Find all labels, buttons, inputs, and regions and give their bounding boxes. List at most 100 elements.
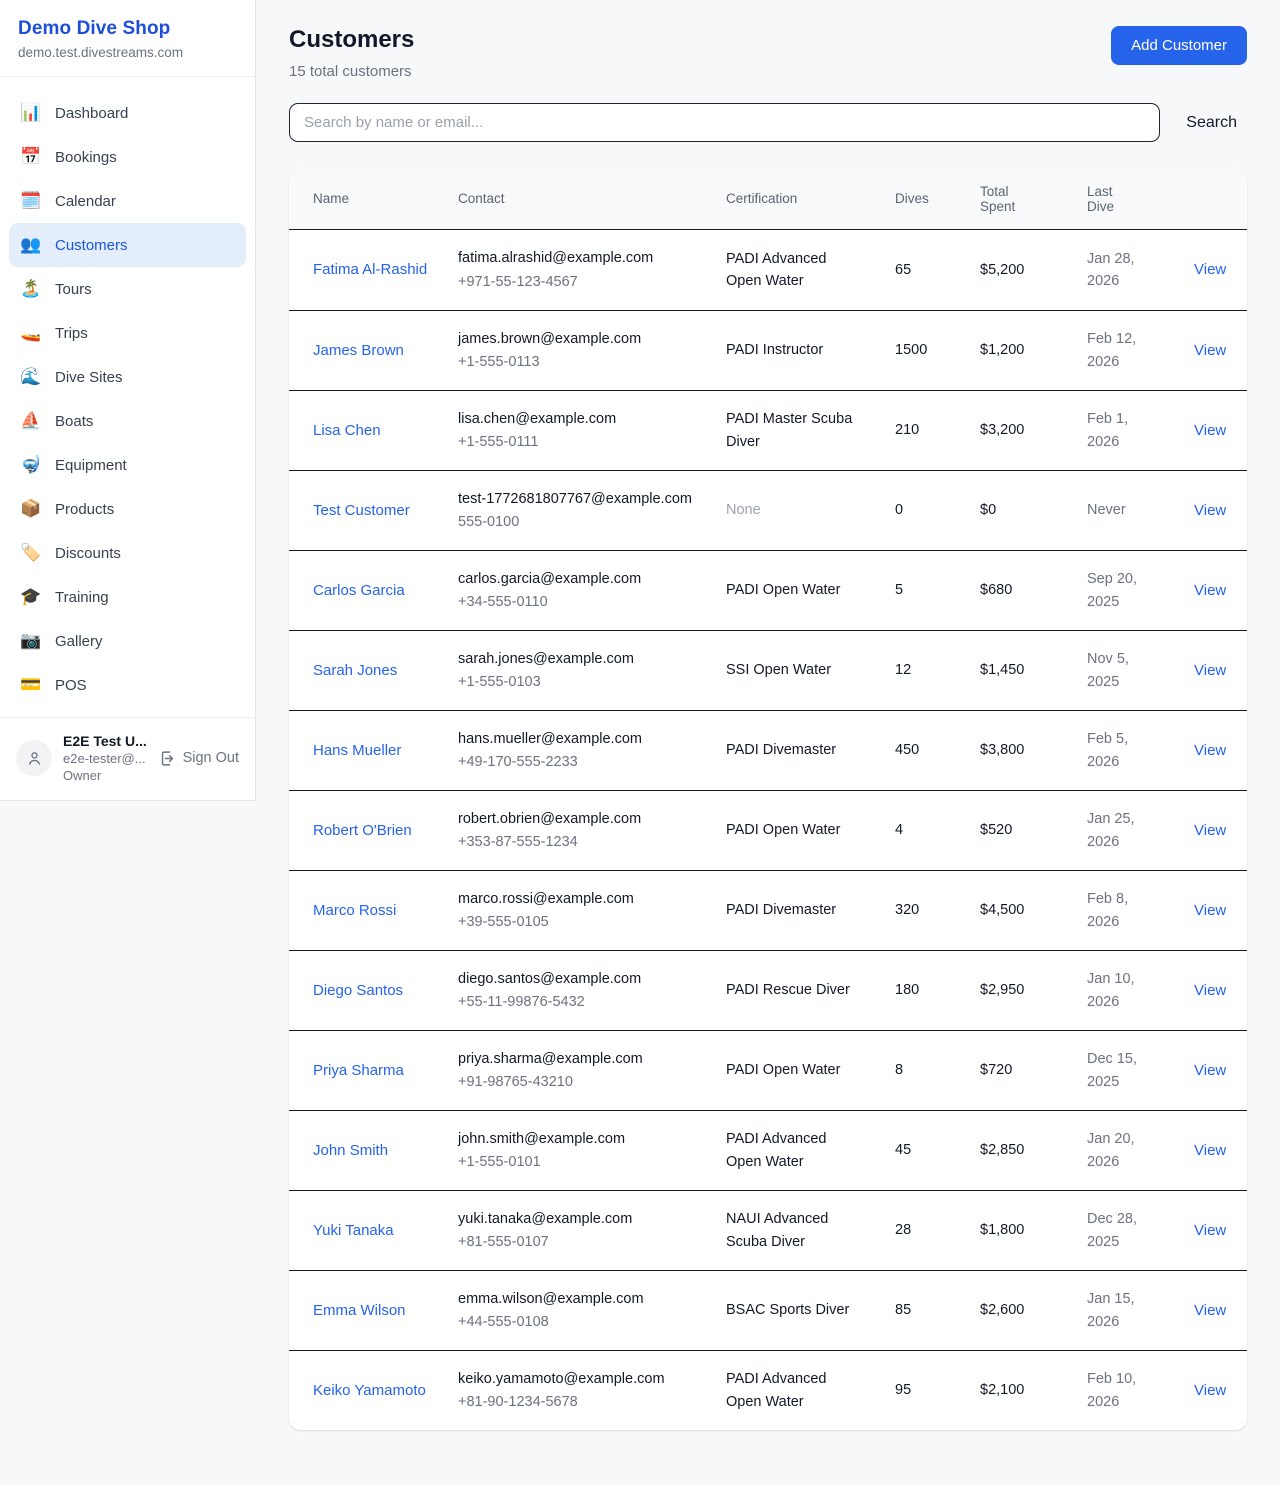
dives-count: 65 xyxy=(895,259,980,281)
customer-name-link[interactable]: Yuki Tanaka xyxy=(313,1219,394,1242)
user-meta: E2E Test U... e2e-tester@... Owner xyxy=(63,733,148,783)
search-row: Search xyxy=(289,103,1247,142)
total-spent: $520 xyxy=(980,819,1087,841)
column-header-certification: Certification xyxy=(726,191,895,206)
table-row: James Brown james.brown@example.com +1-5… xyxy=(289,310,1247,390)
customer-email: keiko.yamamoto@example.com xyxy=(458,1368,708,1390)
view-link[interactable]: View xyxy=(1194,1222,1226,1239)
total-spent: $0 xyxy=(980,499,1087,521)
last-dive-date: Feb 5, 2026 xyxy=(1087,728,1194,773)
search-button[interactable]: Search xyxy=(1160,114,1247,132)
sidebar-item-products[interactable]: 📦 Products xyxy=(9,487,246,531)
view-link[interactable]: View xyxy=(1194,742,1226,759)
view-link[interactable]: View xyxy=(1194,1302,1226,1319)
sidebar-item-customers[interactable]: 👥 Customers xyxy=(9,223,246,267)
total-spent: $1,200 xyxy=(980,339,1087,361)
last-dive-date: Feb 1, 2026 xyxy=(1087,408,1194,453)
view-link[interactable]: View xyxy=(1194,902,1226,919)
customer-email: marco.rossi@example.com xyxy=(458,888,708,910)
customer-name-link[interactable]: Diego Santos xyxy=(313,979,403,1002)
table-row: Hans Mueller hans.mueller@example.com +4… xyxy=(289,710,1247,790)
sidebar-item-discounts[interactable]: 🏷️ Discounts xyxy=(9,531,246,575)
contact-cell: hans.mueller@example.com +49-170-555-223… xyxy=(458,728,726,774)
view-link[interactable]: View xyxy=(1194,1062,1226,1079)
customer-name-link[interactable]: Fatima Al-Rashid xyxy=(313,258,427,281)
sign-out-button[interactable]: Sign Out xyxy=(159,750,239,767)
training-icon: 🎓 xyxy=(20,587,42,607)
sidebar-item-trips[interactable]: 🚤 Trips xyxy=(9,311,246,355)
customer-name-link[interactable]: Lisa Chen xyxy=(313,419,381,442)
contact-cell: john.smith@example.com +1-555-0101 xyxy=(458,1128,726,1174)
add-customer-button[interactable]: Add Customer xyxy=(1111,26,1247,65)
sidebar-item-label: Training xyxy=(55,589,109,606)
view-link[interactable]: View xyxy=(1194,502,1226,519)
sidebar-item-tours[interactable]: 🏝️ Tours xyxy=(9,267,246,311)
sidebar-item-dive-sites[interactable]: 🌊 Dive Sites xyxy=(9,355,246,399)
products-icon: 📦 xyxy=(20,499,42,519)
dashboard-icon: 📊 xyxy=(20,103,42,123)
customer-phone: +55-11-99876-5432 xyxy=(458,991,708,1013)
contact-cell: carlos.garcia@example.com +34-555-0110 xyxy=(458,568,726,614)
sidebar-item-dashboard[interactable]: 📊 Dashboard xyxy=(9,91,246,135)
customer-name-link[interactable]: Robert O'Brien xyxy=(313,819,412,842)
total-spent: $2,100 xyxy=(980,1379,1087,1401)
customer-name-link[interactable]: Test Customer xyxy=(313,499,410,522)
table-row: John Smith john.smith@example.com +1-555… xyxy=(289,1110,1247,1190)
main-content: Customers 15 total customers Add Custome… xyxy=(256,0,1280,1460)
boats-icon: ⛵ xyxy=(20,411,42,431)
view-link[interactable]: View xyxy=(1194,582,1226,599)
sidebar-item-label: Gallery xyxy=(55,633,103,650)
page-header-text: Customers 15 total customers xyxy=(289,26,414,80)
customer-phone: +81-90-1234-5678 xyxy=(458,1391,708,1413)
view-link[interactable]: View xyxy=(1194,982,1226,999)
contact-cell: sarah.jones@example.com +1-555-0103 xyxy=(458,648,726,694)
view-link[interactable]: View xyxy=(1194,261,1226,278)
customer-email: hans.mueller@example.com xyxy=(458,728,708,750)
calendar-icon: 🗓️ xyxy=(20,191,42,211)
view-link[interactable]: View xyxy=(1194,822,1226,839)
sidebar-item-label: Discounts xyxy=(55,545,121,562)
brand-block: Demo Dive Shop demo.test.divestreams.com xyxy=(0,0,255,77)
customer-email: priya.sharma@example.com xyxy=(458,1048,708,1070)
sidebar-item-bookings[interactable]: 📅 Bookings xyxy=(9,135,246,179)
view-link[interactable]: View xyxy=(1194,662,1226,679)
customer-name-link[interactable]: Hans Mueller xyxy=(313,739,401,762)
customer-name-link[interactable]: John Smith xyxy=(313,1139,388,1162)
user-role: Owner xyxy=(63,768,148,783)
customer-name-link[interactable]: Keiko Yamamoto xyxy=(313,1379,426,1402)
total-spent: $1,800 xyxy=(980,1219,1087,1241)
table-row: Sarah Jones sarah.jones@example.com +1-5… xyxy=(289,630,1247,710)
certification: NAUI Advanced Scuba Diver xyxy=(726,1208,856,1253)
sidebar-item-boats[interactable]: ⛵ Boats xyxy=(9,399,246,443)
dives-count: 95 xyxy=(895,1379,980,1401)
sidebar-item-calendar[interactable]: 🗓️ Calendar xyxy=(9,179,246,223)
view-link[interactable]: View xyxy=(1194,342,1226,359)
view-link[interactable]: View xyxy=(1194,1382,1226,1399)
sidebar-item-training[interactable]: 🎓 Training xyxy=(9,575,246,619)
sidebar-item-label: Equipment xyxy=(55,457,127,474)
customer-name-link[interactable]: Carlos Garcia xyxy=(313,579,405,602)
customer-name-link[interactable]: James Brown xyxy=(313,339,404,362)
customer-name-link[interactable]: Marco Rossi xyxy=(313,899,396,922)
column-header-total-spent: Total Spent xyxy=(980,184,1087,214)
customer-name-link[interactable]: Sarah Jones xyxy=(313,659,397,682)
customer-name-link[interactable]: Priya Sharma xyxy=(313,1059,404,1082)
view-link[interactable]: View xyxy=(1194,1142,1226,1159)
contact-cell: emma.wilson@example.com +44-555-0108 xyxy=(458,1288,726,1334)
sidebar-item-pos[interactable]: 💳 POS xyxy=(9,663,246,707)
sidebar-item-label: POS xyxy=(55,677,87,694)
customer-email: john.smith@example.com xyxy=(458,1128,708,1150)
customer-name-link[interactable]: Emma Wilson xyxy=(313,1299,406,1322)
search-input[interactable] xyxy=(289,103,1160,142)
bookings-icon: 📅 xyxy=(20,147,42,167)
table-row: Emma Wilson emma.wilson@example.com +44-… xyxy=(289,1270,1247,1350)
dives-count: 12 xyxy=(895,659,980,681)
table-row: Priya Sharma priya.sharma@example.com +9… xyxy=(289,1030,1247,1110)
column-header-dives: Dives xyxy=(895,191,980,206)
customer-phone: +81-555-0107 xyxy=(458,1231,708,1253)
sidebar-item-equipment[interactable]: 🤿 Equipment xyxy=(9,443,246,487)
table-row: Lisa Chen lisa.chen@example.com +1-555-0… xyxy=(289,390,1247,470)
view-link[interactable]: View xyxy=(1194,422,1226,439)
customer-email: james.brown@example.com xyxy=(458,328,708,350)
sidebar-item-gallery[interactable]: 📷 Gallery xyxy=(9,619,246,663)
